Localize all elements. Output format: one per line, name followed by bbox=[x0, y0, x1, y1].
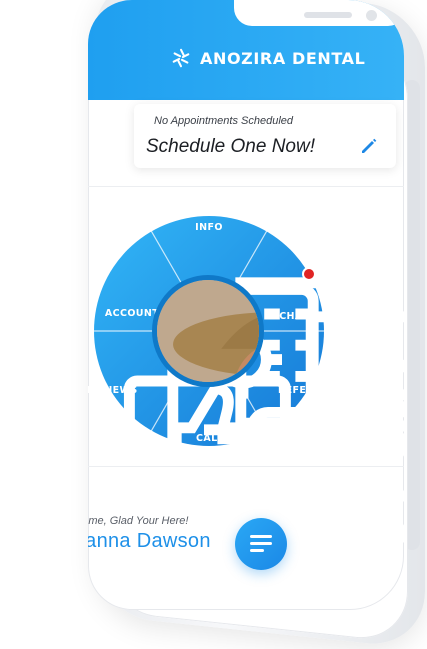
welcome-message: Welcome, Glad Your Here! bbox=[88, 515, 189, 527]
menu-wheel: INFO CHAT REFER CALL REVIEWS ACCOUNT bbox=[88, 214, 404, 598]
brand-name: ANOZIRA DENTAL bbox=[200, 48, 366, 68]
appointment-card[interactable]: No Appointments Scheduled Schedule One N… bbox=[134, 104, 396, 168]
phone-notch bbox=[234, 0, 404, 26]
front-camera bbox=[366, 10, 377, 21]
avatar[interactable] bbox=[152, 275, 264, 387]
appointment-status: No Appointments Scheduled bbox=[154, 115, 294, 127]
divider bbox=[88, 466, 404, 467]
app-screen: ANOZIRA DENTAL No Appointments Scheduled… bbox=[88, 0, 404, 610]
user-name: Johanna Dawson bbox=[88, 530, 211, 552]
menu-button[interactable] bbox=[235, 518, 287, 570]
schedule-link[interactable]: Schedule One Now! bbox=[146, 136, 315, 158]
pencil-icon[interactable] bbox=[359, 136, 379, 156]
divider bbox=[88, 186, 404, 187]
brand: ANOZIRA DENTAL bbox=[170, 46, 365, 70]
aperture-logo-icon bbox=[172, 48, 190, 68]
wheel-item-info[interactable]: INFO bbox=[179, 222, 239, 233]
speaker-grille bbox=[304, 12, 352, 18]
